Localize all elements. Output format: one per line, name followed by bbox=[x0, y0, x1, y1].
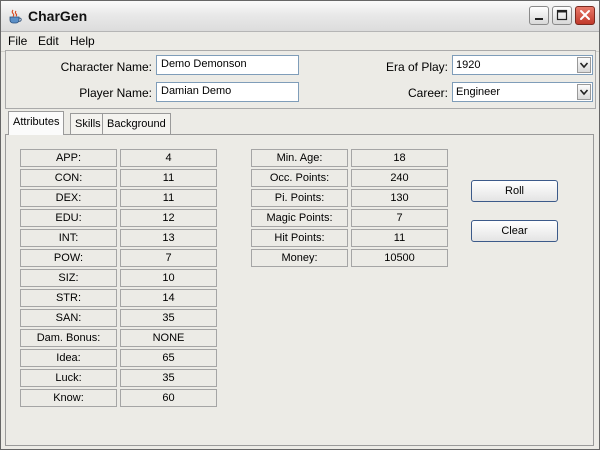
tab-skills[interactable]: Skills bbox=[70, 113, 106, 134]
close-icon bbox=[580, 10, 590, 20]
chevron-down-icon[interactable] bbox=[577, 57, 591, 73]
minimize-button[interactable] bbox=[529, 6, 549, 25]
maximize-icon bbox=[556, 9, 568, 21]
tab-background[interactable]: Background bbox=[102, 113, 171, 134]
derived-stat-value: 11 bbox=[351, 229, 448, 247]
menu-bar: File Edit Help bbox=[1, 32, 599, 52]
close-button[interactable] bbox=[575, 6, 595, 25]
app-window: CharGen File Edit Help Character Name: D… bbox=[0, 0, 600, 450]
attribute-label: SIZ: bbox=[20, 269, 117, 287]
career-label: Career: bbox=[407, 86, 448, 100]
java-cup-icon bbox=[7, 8, 23, 24]
attribute-value: 11 bbox=[120, 169, 217, 187]
career-value: Engineer bbox=[456, 86, 501, 98]
title-bar[interactable]: CharGen bbox=[1, 1, 599, 32]
attribute-value: 10 bbox=[120, 269, 217, 287]
maximize-button[interactable] bbox=[552, 6, 572, 25]
derived-stat-label: Magic Points: bbox=[251, 209, 348, 227]
attribute-value: 7 bbox=[120, 249, 217, 267]
attribute-label: Dam. Bonus: bbox=[20, 329, 117, 347]
menu-edit[interactable]: Edit bbox=[38, 34, 59, 48]
derived-stat-label: Money: bbox=[251, 249, 348, 267]
derived-stat-value: 18 bbox=[351, 149, 448, 167]
chevron-down-icon[interactable] bbox=[577, 84, 591, 100]
attribute-label: Know: bbox=[20, 389, 117, 407]
attribute-value: 35 bbox=[120, 309, 217, 327]
attribute-label: DEX: bbox=[20, 189, 117, 207]
attribute-value: 12 bbox=[120, 209, 217, 227]
attribute-value: 13 bbox=[120, 229, 217, 247]
player-name-field[interactable]: Damian Demo bbox=[156, 82, 299, 102]
era-of-play-value: 1920 bbox=[456, 59, 481, 71]
player-name-label: Player Name: bbox=[79, 86, 152, 100]
derived-stat-value: 240 bbox=[351, 169, 448, 187]
tab-attributes[interactable]: Attributes bbox=[8, 111, 65, 135]
career-select[interactable]: Engineer bbox=[452, 82, 593, 102]
attribute-value: 14 bbox=[120, 289, 217, 307]
era-of-play-label: Era of Play: bbox=[385, 60, 448, 74]
derived-stat-label: Pi. Points: bbox=[251, 189, 348, 207]
character-name-field[interactable]: Demo Demonson bbox=[156, 55, 299, 75]
character-header-panel: Character Name: Demo Demonson Player Nam… bbox=[5, 50, 596, 109]
derived-stat-label: Min. Age: bbox=[251, 149, 348, 167]
menu-help[interactable]: Help bbox=[70, 34, 95, 48]
derived-stat-value: 130 bbox=[351, 189, 448, 207]
window-title: CharGen bbox=[28, 8, 88, 24]
derived-stat-value: 10500 bbox=[351, 249, 448, 267]
minimize-icon bbox=[535, 18, 543, 20]
menu-file[interactable]: File bbox=[8, 34, 27, 48]
attribute-label: EDU: bbox=[20, 209, 117, 227]
attribute-label: Luck: bbox=[20, 369, 117, 387]
attribute-value: 35 bbox=[120, 369, 217, 387]
attribute-label: Idea: bbox=[20, 349, 117, 367]
attribute-value: NONE bbox=[120, 329, 217, 347]
derived-stat-value: 7 bbox=[351, 209, 448, 227]
attributes-panel: APP: 4 CON: 11 DEX: 11 EDU: 12 INT: 13 POW: 7 SIZ: 10… bbox=[5, 134, 594, 446]
attribute-value: 60 bbox=[120, 389, 217, 407]
attribute-value: 11 bbox=[120, 189, 217, 207]
era-of-play-select[interactable]: 1920 bbox=[452, 55, 593, 75]
attribute-label: INT: bbox=[20, 229, 117, 247]
tab-container: Attributes Skills Background APP: 4 CON: 11… bbox=[5, 111, 594, 446]
attribute-label: POW: bbox=[20, 249, 117, 267]
derived-stat-label: Occ. Points: bbox=[251, 169, 348, 187]
clear-button[interactable]: Clear bbox=[471, 220, 558, 242]
attribute-value: 65 bbox=[120, 349, 217, 367]
attribute-label: STR: bbox=[20, 289, 117, 307]
roll-button[interactable]: Roll bbox=[471, 180, 558, 202]
character-name-label: Character Name: bbox=[60, 60, 152, 74]
attribute-label: APP: bbox=[20, 149, 117, 167]
attribute-label: SAN: bbox=[20, 309, 117, 327]
attribute-label: CON: bbox=[20, 169, 117, 187]
attribute-value: 4 bbox=[120, 149, 217, 167]
derived-stat-label: Hit Points: bbox=[251, 229, 348, 247]
